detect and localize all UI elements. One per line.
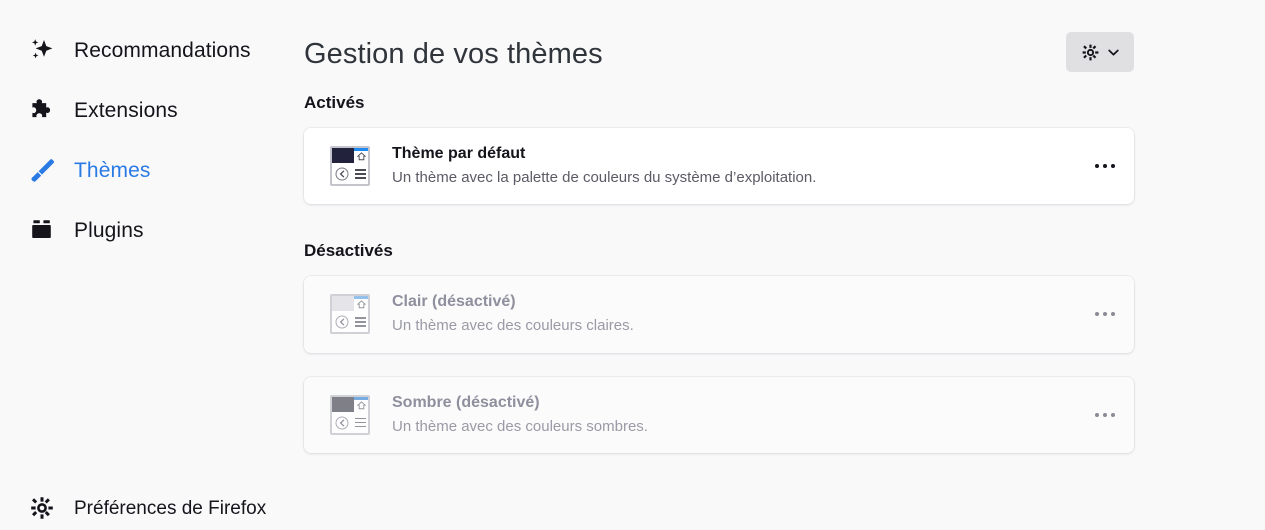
- sidebar-item-recommandations[interactable]: Recommandations: [0, 28, 290, 72]
- plugin-icon: [26, 214, 58, 246]
- theme-preview-frame: [330, 146, 370, 187]
- page-header: Gestion de vos thèmes: [304, 30, 1265, 94]
- more-options-icon: [1111, 164, 1115, 169]
- theme-preview-accent: [354, 148, 368, 152]
- sidebar: Recommandations Extensions Thèmes Plugin…: [0, 0, 290, 526]
- theme-name: Thème par défaut: [392, 145, 526, 162]
- theme-description: Un thème avec des couleurs sombres.: [392, 417, 648, 435]
- sidebar-item-firefox-preferences[interactable]: Préférences de Firefox: [0, 486, 290, 530]
- more-options-icon: [1103, 312, 1107, 317]
- back-arrow-icon: [335, 167, 349, 181]
- home-icon: [357, 300, 366, 309]
- theme-preview-frame: [330, 394, 370, 435]
- theme-card-light[interactable]: Clair (désactivé) Un thème avec des coul…: [304, 276, 1134, 353]
- gear-icon: [1081, 43, 1100, 62]
- more-options-icon: [1095, 412, 1099, 417]
- more-options-icon: [1103, 412, 1107, 417]
- theme-preview-frame: [330, 294, 370, 335]
- theme-preview-toolbar: [332, 296, 354, 312]
- menu-icon: [355, 317, 366, 329]
- theme-card-text: Clair (désactivé) Un thème avec des coul…: [392, 293, 634, 335]
- theme-thumbnail: [330, 146, 370, 187]
- settings-menu-button[interactable]: [1066, 32, 1134, 72]
- menu-icon: [355, 169, 366, 181]
- gear-icon: [26, 492, 58, 524]
- theme-thumbnail: [330, 394, 370, 435]
- theme-card-row: Thème par défaut Un thème avec la palett…: [330, 145, 1134, 187]
- sidebar-item-label: Recommandations: [74, 38, 251, 62]
- menu-icon: [355, 417, 366, 430]
- theme-preview-toolbar: [332, 148, 354, 164]
- more-options-icon: [1103, 164, 1107, 169]
- theme-card-text: Thème par défaut Un thème avec la palett…: [392, 145, 817, 187]
- sidebar-item-themes[interactable]: Thèmes: [0, 148, 290, 192]
- theme-description: Un thème avec la palette de couleurs du …: [392, 169, 817, 186]
- sidebar-item-extensions[interactable]: Extensions: [0, 88, 290, 132]
- theme-card-dark[interactable]: Sombre (désactivé) Un thème avec des cou…: [304, 376, 1134, 453]
- theme-preview-accent: [354, 396, 368, 400]
- addons-manager-window: Recommandations Extensions Thèmes Plugin…: [0, 0, 1265, 526]
- more-options-icon: [1111, 312, 1115, 317]
- theme-name: Clair (désactivé): [392, 293, 516, 311]
- sidebar-item-label: Thèmes: [74, 158, 151, 182]
- more-options-icon: [1095, 312, 1099, 317]
- theme-card-row: Sombre (désactivé) Un thème avec des cou…: [330, 393, 1134, 435]
- chevron-down-icon: [1107, 46, 1120, 59]
- paintbrush-icon: [26, 154, 58, 186]
- back-arrow-icon: [335, 416, 349, 430]
- theme-preview-accent: [354, 296, 368, 300]
- more-options-button[interactable]: [1088, 149, 1122, 183]
- theme-preview-toolbar: [332, 396, 354, 412]
- sidebar-footer: Préférences de Firefox: [0, 486, 290, 530]
- theme-description: Un thème avec des couleurs claires.: [392, 317, 634, 335]
- more-options-button[interactable]: [1088, 398, 1122, 432]
- more-options-icon: [1111, 412, 1115, 417]
- puzzle-icon: [26, 94, 58, 126]
- sidebar-item-label: Extensions: [74, 98, 178, 122]
- sparkle-icon: [26, 34, 58, 66]
- more-options-button[interactable]: [1088, 297, 1122, 331]
- main-content: Gestion de vos thèmes Activés Thème par …: [290, 0, 1265, 526]
- theme-card-text: Sombre (désactivé) Un thème avec des cou…: [392, 393, 648, 435]
- theme-card-row: Clair (désactivé) Un thème avec des coul…: [330, 293, 1134, 335]
- section-heading-disabled: Désactivés: [304, 241, 393, 261]
- home-icon: [357, 152, 366, 161]
- sidebar-item-plugins[interactable]: Plugins: [0, 208, 290, 252]
- sidebar-nav-list: Recommandations Extensions Thèmes Plugin…: [0, 28, 290, 252]
- section-heading-enabled: Activés: [304, 93, 365, 112]
- sidebar-item-label: Plugins: [74, 218, 144, 242]
- sidebar-footer-label: Préférences de Firefox: [74, 497, 267, 519]
- theme-name: Sombre (désactivé): [392, 393, 540, 411]
- theme-card-default[interactable]: Thème par défaut Un thème avec la palett…: [304, 128, 1134, 205]
- theme-thumbnail: [330, 294, 370, 335]
- more-options-icon: [1095, 164, 1099, 169]
- home-icon: [357, 400, 366, 409]
- back-arrow-icon: [335, 315, 349, 329]
